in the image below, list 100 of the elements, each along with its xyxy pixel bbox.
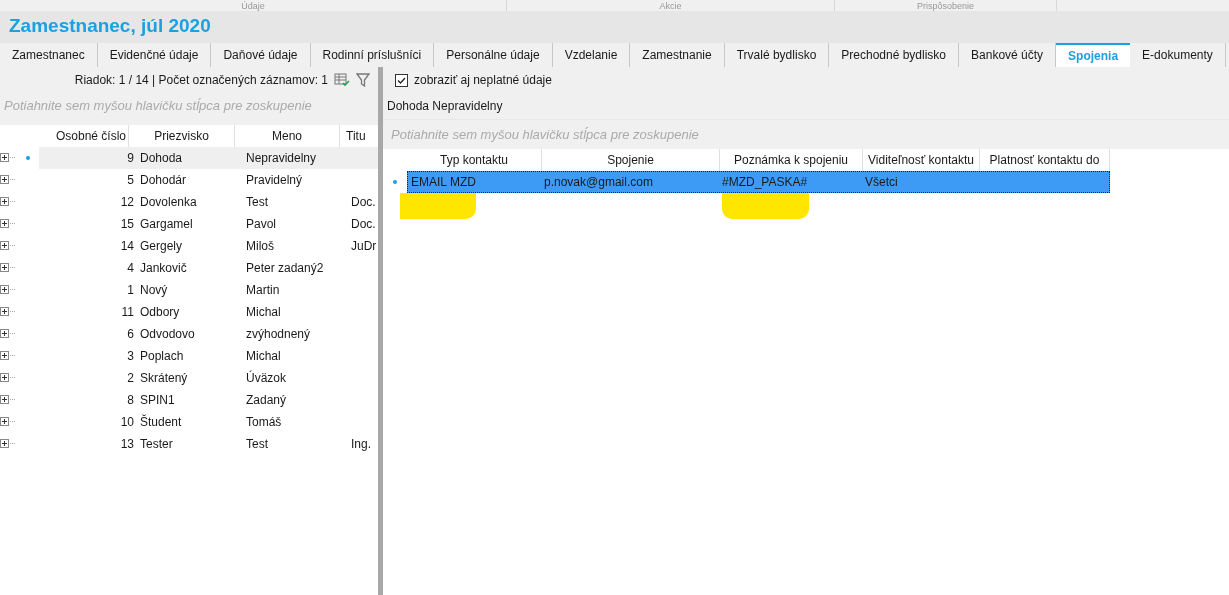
ribbon-group-label: Prispôsobenie — [916, 1, 974, 11]
table-cell-text: Doc. — [351, 194, 376, 211]
expand-icon[interactable] — [0, 373, 16, 383]
checkbox-label: zobraziť aj neplatné údaje — [414, 72, 552, 89]
table-cell-text: Jankovič — [140, 260, 187, 277]
expand-icon[interactable] — [0, 439, 16, 449]
table-cell-text: #MZD_PASKA# — [722, 174, 808, 191]
grid-check-icon[interactable] — [334, 73, 350, 87]
tab[interactable]: Vzdelanie — [552, 43, 631, 67]
table-cell-text: Dovolenka — [140, 194, 197, 211]
table-row[interactable]: 8 SPIN1 Zadaný — [39, 389, 378, 411]
table-cell-text: Peter zadaný2 — [246, 260, 324, 277]
expand-icon[interactable] — [0, 417, 16, 427]
table-cell-text: Ing. — [351, 436, 371, 453]
table-cell-text: Nepravidelny — [246, 150, 317, 167]
tab[interactable]: Zamestnanec — [0, 43, 98, 67]
table-cell-text: Gargamel — [140, 216, 193, 233]
table-cell-text: 15 — [120, 216, 134, 233]
expand-icon[interactable] — [0, 395, 16, 405]
expand-icon[interactable] — [0, 307, 16, 317]
tab[interactable]: Rodinní príslušníci — [310, 43, 435, 67]
table-cell-text: Doc. — [351, 216, 376, 233]
table-cell-text: 12 — [120, 194, 134, 211]
ribbon-group-label: Akcie — [659, 1, 682, 11]
filter-icon[interactable] — [356, 73, 370, 87]
table-cell-text: Michal — [246, 348, 281, 365]
table-cell-text: Poplach — [140, 348, 184, 365]
tab[interactable]: Trvalé bydlisko — [724, 43, 830, 67]
table-cell: Študent — [140, 413, 182, 431]
table-cell-text: 5 — [127, 172, 134, 189]
table-cell-text: 8 — [127, 392, 134, 409]
table-cell-text: Test — [246, 436, 268, 453]
group-hint: Potiahnite sem myšou hlavičku stĺpca pre zoskupenie — [4, 97, 312, 116]
table-row[interactable]: 1 Nový Martin — [39, 279, 378, 301]
table-row[interactable]: 3 Poplach Michal — [39, 345, 378, 367]
expand-icon[interactable] — [0, 153, 16, 163]
expand-icon[interactable] — [0, 241, 16, 251]
table-cell-text: Tomáš — [246, 414, 282, 431]
table-cell-text: 3 — [127, 348, 134, 365]
table-cell-text: 11 — [121, 304, 134, 321]
tab[interactable]: Zamestnanie — [630, 43, 725, 67]
table-row[interactable]: 15 Gargamel Pavol Doc. — [39, 213, 378, 235]
table-cell-text: Odbory — [140, 304, 180, 321]
expand-icon[interactable] — [0, 175, 16, 185]
tab[interactable]: Prechodné bydlisko — [829, 43, 960, 67]
table-row[interactable]: 11 Odbory Michal — [39, 301, 378, 323]
column-header[interactable]: Titu — [340, 125, 378, 147]
expand-icon[interactable] — [0, 219, 16, 229]
table-cell-text: Dohodár — [140, 172, 187, 189]
record-status: Riadok: 1 / 14 | Počet označených záznamov: 1 — [74, 72, 328, 89]
table-cell-text: JuDr — [351, 238, 377, 255]
table-row[interactable]: 10 Študent Tomáš — [39, 411, 378, 433]
table-cell-text: 6 — [127, 326, 134, 343]
table-cell-text: Odvodovo — [140, 326, 195, 343]
table-cell-text: Test — [246, 194, 268, 211]
table-cell-text: 1 — [127, 282, 134, 299]
group-hint: Potiahnite sem myšou hlavičku stĺpca pre zoskupenie — [391, 125, 699, 144]
table-cell-text: Skrátený — [140, 370, 188, 387]
table-cell-text: SPIN1 — [140, 392, 175, 409]
table-cell-text: 14 — [120, 238, 134, 255]
table-row[interactable]: 14 Gergely Miloš JuDr — [39, 235, 378, 257]
table-row[interactable]: 9 Dohoda Nepravidelny — [39, 147, 378, 169]
tab[interactable]: Bankové účty — [959, 43, 1057, 67]
table-row[interactable]: 6 Odvodovo zvýhodnený — [39, 323, 378, 345]
expand-icon[interactable] — [0, 351, 16, 361]
table-cell-text: 13 — [120, 436, 134, 453]
tab[interactable]: Daňové údaje — [211, 43, 311, 67]
table-cell-text: Miloš — [246, 238, 274, 255]
expand-icon[interactable] — [0, 197, 16, 207]
table-cell-text: Michal — [246, 304, 281, 321]
table-cell-text: Gergely — [140, 238, 183, 255]
table-cell-text: Tester — [140, 436, 173, 453]
expand-icon[interactable] — [0, 263, 16, 273]
table-cell-text: Dohoda — [140, 150, 183, 167]
table-cell-text: 2 — [127, 370, 134, 387]
table-row[interactable]: EMAIL MZD p.novak@gmail.com #MZD_PASKA# Všetci — [407, 171, 1110, 193]
table-cell-text: 9 — [127, 150, 134, 167]
ribbon-group-label: Údaje — [241, 1, 265, 11]
table-cell-text: Všetci — [865, 174, 898, 191]
table-cell-text: Pavol — [246, 216, 277, 233]
table-row[interactable]: 2 Skrátený Úväzok — [39, 367, 378, 389]
table-cell-text: 4 — [127, 260, 134, 277]
table-cell-text: p.novak@gmail.com — [544, 174, 653, 191]
table-cell: Úväzok — [246, 369, 286, 387]
table-row[interactable]: 12 Dovolenka Test Doc. — [39, 191, 378, 213]
table-cell-text: EMAIL MZD — [411, 174, 476, 191]
expand-icon[interactable] — [0, 285, 16, 295]
tab[interactable]: E-dokumenty — [1130, 43, 1226, 67]
table-row[interactable]: 5 Dohodár Pravidelný — [39, 169, 378, 191]
expand-icon[interactable] — [0, 329, 16, 339]
employee-name: Dohoda Nepravidelny — [387, 98, 503, 115]
table-row[interactable]: 4 Jankovič Peter zadaný2 — [39, 257, 378, 279]
table-row[interactable]: 13 Tester Test Ing. — [39, 433, 378, 455]
tab[interactable]: Personálne údaje — [434, 43, 553, 67]
tab[interactable]: Evidenčné údaje — [97, 43, 212, 67]
window-title: Zamestnanec, júl 2020 — [9, 14, 211, 39]
table-cell-text: 10 — [120, 414, 134, 431]
table-cell-text: Martin — [246, 282, 280, 299]
checkbox[interactable] — [395, 73, 408, 87]
table-cell-text: Zadaný — [246, 392, 287, 409]
